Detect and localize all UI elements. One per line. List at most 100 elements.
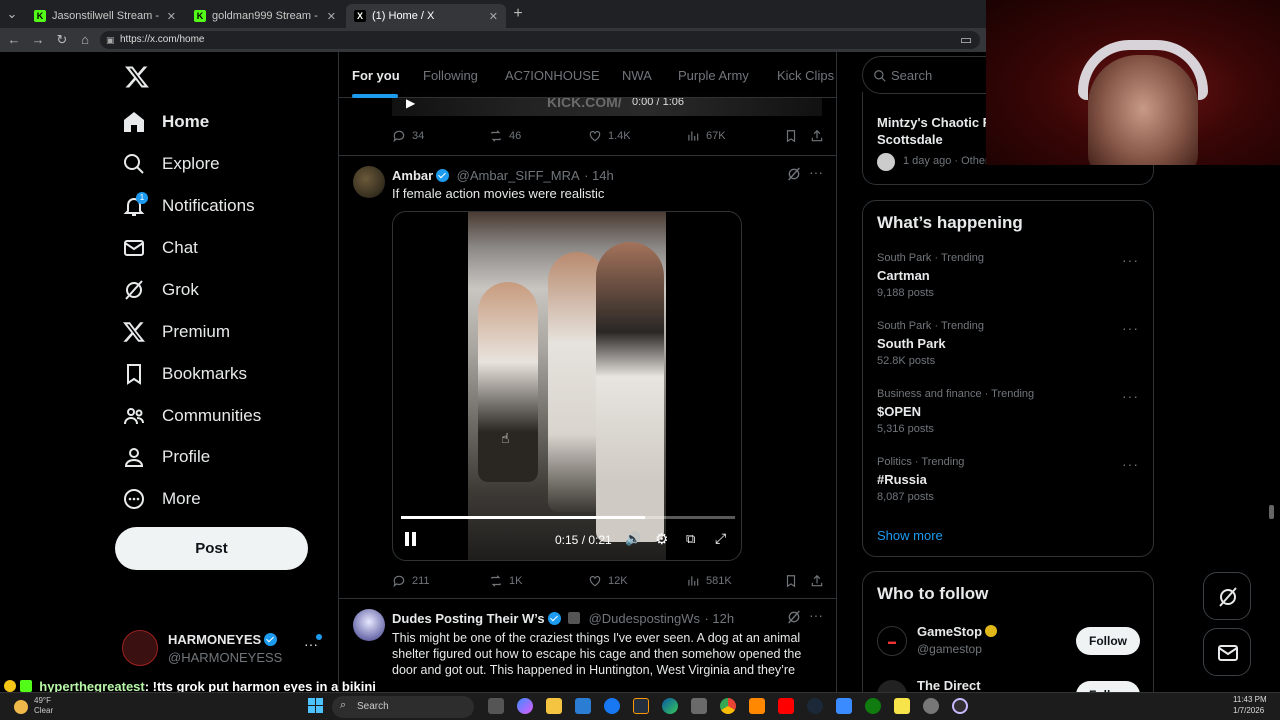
more-dots-icon[interactable]: ···	[809, 607, 823, 623]
post-time[interactable]: · 14h	[584, 168, 614, 183]
nav-home[interactable]: Home	[122, 104, 209, 140]
task-view-icon[interactable]	[488, 698, 504, 714]
nav-premium[interactable]: Premium	[122, 314, 230, 350]
play-icon[interactable]: ▶	[406, 96, 415, 110]
calculator-icon[interactable]	[691, 698, 707, 714]
like-button[interactable]: 12K	[588, 574, 628, 588]
more-dots-icon[interactable]: ···	[1122, 388, 1139, 404]
more-dots-icon[interactable]: ···	[1122, 320, 1139, 336]
browser-tab-2[interactable]: K goldman999 Stream - Watch L ✕	[186, 4, 344, 28]
author-name[interactable]: Dudes Posting Their W’s	[392, 611, 545, 626]
tab-following[interactable]: Following	[423, 68, 478, 83]
back-icon[interactable]: ←	[6, 32, 22, 48]
account-switcher[interactable]: HARMONEYES @HARMONEYESS ···	[122, 626, 327, 670]
taskbar-search[interactable]: ⌕ Search	[332, 696, 474, 718]
nav-grok[interactable]: Grok	[122, 272, 199, 308]
windows-start-icon[interactable]	[308, 698, 324, 714]
x-logo-icon[interactable]	[124, 64, 150, 90]
show-more-link[interactable]: Show more	[877, 528, 943, 543]
store-icon[interactable]	[575, 698, 591, 714]
reply-button[interactable]: 211	[392, 574, 430, 588]
trend-item[interactable]: South Park · Trending South Park 52.8K p…	[877, 320, 1147, 367]
tab-list-chevron-icon[interactable]: ⌄	[4, 6, 20, 22]
messages-fab[interactable]	[1203, 628, 1251, 676]
author-name[interactable]: Ambar	[392, 168, 433, 183]
browser-tab-1[interactable]: K Jasonstilwell Stream - Watch Live o ✕	[26, 4, 184, 28]
video-progress-track[interactable]	[401, 516, 735, 519]
address-bar[interactable]: ▣ https://x.com/home	[100, 31, 980, 49]
new-tab-icon[interactable]: +	[510, 6, 526, 22]
bookmark-button[interactable]	[784, 574, 804, 588]
nav-bookmarks[interactable]: Bookmarks	[122, 356, 247, 392]
trend-item[interactable]: South Park · Trending Cartman 9,188 post…	[877, 252, 1147, 299]
sticky-notes-icon[interactable]	[894, 698, 910, 714]
avatar[interactable]	[353, 166, 385, 198]
edge-icon[interactable]	[662, 698, 678, 714]
nav-profile[interactable]: Profile	[122, 439, 210, 475]
settings-gear-icon[interactable]: ⚙	[655, 530, 668, 548]
reload-icon[interactable]: ↻	[54, 32, 70, 48]
file-explorer-icon[interactable]	[546, 698, 562, 714]
tab-purple-army[interactable]: Purple Army	[678, 68, 749, 83]
fullscreen-icon[interactable]: ⤢	[715, 530, 726, 547]
facebook-icon[interactable]	[604, 698, 620, 714]
pause-icon[interactable]	[405, 532, 417, 546]
tab-kick-clips[interactable]: Kick Clips	[777, 68, 834, 83]
bookmark-button[interactable]	[784, 129, 804, 143]
youtube-icon[interactable]	[778, 698, 794, 714]
browser-tab-3[interactable]: X (1) Home / X ✕	[346, 4, 506, 28]
volume-icon[interactable]: 🔊	[625, 531, 641, 547]
avatar[interactable]	[353, 609, 385, 641]
nav-notifications[interactable]: Notifications 1	[122, 188, 255, 224]
chrome-icon[interactable]	[720, 698, 736, 714]
steam-icon[interactable]	[807, 698, 823, 714]
obs-icon[interactable]	[952, 698, 968, 714]
author-handle[interactable]: @DudespostingWs	[589, 611, 700, 626]
close-tab-icon[interactable]: ✕	[489, 10, 498, 23]
nav-more[interactable]: More	[122, 481, 201, 517]
close-tab-icon[interactable]: ✕	[167, 10, 176, 23]
share-button[interactable]	[810, 574, 830, 588]
more-dots-icon[interactable]: ···	[809, 164, 823, 180]
grok-icon[interactable]	[786, 166, 802, 182]
post-ambar[interactable]: Ambar @Ambar_SIFF_MRA · 14h ··· If femal…	[339, 156, 836, 598]
page-scrollbar[interactable]	[1269, 505, 1274, 519]
share-button[interactable]	[810, 129, 830, 143]
grok-fab[interactable]	[1203, 572, 1251, 620]
follow-button[interactable]: Follow	[1076, 627, 1140, 655]
pip-icon[interactable]: ⧉	[686, 531, 695, 547]
post-time[interactable]: · 12h	[704, 611, 734, 626]
app-icon[interactable]	[836, 698, 852, 714]
trend-item[interactable]: Politics · Trending #Russia 8,087 posts …	[877, 456, 1147, 503]
reply-button[interactable]: 34	[392, 129, 424, 143]
nav-chat[interactable]: Chat	[122, 230, 198, 266]
tab-for-you[interactable]: For you	[352, 68, 400, 83]
xbox-icon[interactable]	[865, 698, 881, 714]
nav-explore[interactable]: Explore	[122, 146, 220, 182]
tab-nwa[interactable]: NWA	[622, 68, 652, 83]
site-info-icon[interactable]: ▣	[106, 31, 115, 49]
views-button[interactable]: 581K	[686, 574, 732, 588]
more-dots-icon[interactable]: ···	[1122, 252, 1139, 268]
nav-communities[interactable]: Communities	[122, 398, 261, 434]
split-screen-icon[interactable]: ▭	[958, 32, 974, 48]
tab-ac7ionhouse[interactable]: AC7IONHOUSE	[505, 68, 600, 83]
copilot-icon[interactable]	[517, 698, 533, 714]
vlc-icon[interactable]	[749, 698, 765, 714]
post-dudes[interactable]: Dudes Posting Their W’s @DudespostingWs …	[339, 599, 836, 692]
like-button[interactable]: 1.4K	[588, 129, 631, 143]
browser-home-icon[interactable]: ⌂	[77, 32, 93, 48]
forward-icon[interactable]: →	[30, 32, 46, 48]
more-dots-icon[interactable]: ···	[1122, 456, 1139, 472]
amazon-icon[interactable]	[633, 698, 649, 714]
settings-gear-icon[interactable]	[923, 698, 939, 714]
repost-button[interactable]: 46	[489, 129, 521, 143]
follow-suggestion[interactable]: ▬ GameStop @gamestop Follow	[877, 622, 1147, 662]
close-tab-icon[interactable]: ✕	[327, 10, 336, 23]
video-player[interactable]: 0:15 / 0:21 🔊 ⚙ ⧉ ⤢	[392, 211, 742, 561]
author-handle[interactable]: @Ambar_SIFF_MRA	[457, 168, 580, 183]
grok-icon[interactable]	[786, 609, 802, 625]
post-button[interactable]: Post	[115, 527, 308, 570]
views-button[interactable]: 67K	[686, 129, 726, 143]
repost-button[interactable]: 1K	[489, 574, 522, 588]
